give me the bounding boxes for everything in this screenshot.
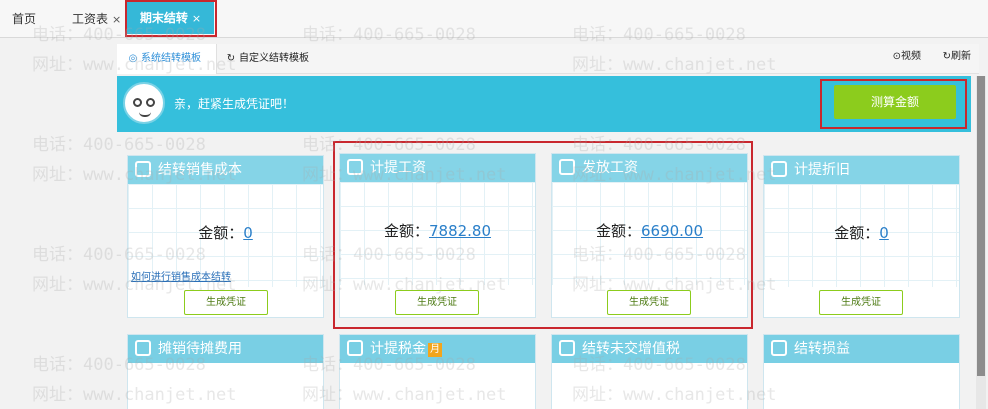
card-body: 金额：0 如何进行销售成本结转 (128, 184, 323, 287)
card-amortize-prepaid: 摊销待摊费用 (127, 334, 324, 409)
help-link[interactable]: 如何进行销售成本结转 (131, 268, 231, 283)
card-header: 摊销待摊费用 (128, 335, 323, 363)
coin-icon (135, 340, 151, 356)
amount-label: 金额： (834, 224, 880, 242)
close-icon[interactable]: × (192, 12, 201, 25)
card-title: 摊销待摊费用 (158, 341, 242, 357)
refresh-label: 刷新 (951, 51, 971, 62)
vertical-scrollbar[interactable] (976, 76, 986, 409)
card-body: 金额：6690.00 (552, 182, 747, 285)
calendar-icon (559, 159, 575, 175)
card-header: 计提工资 (340, 154, 535, 182)
amount-value[interactable]: 7882.80 (429, 222, 491, 240)
card-title: 结转未交增值税 (582, 341, 680, 357)
prompt-banner: 亲，赶紧生成凭证吧！ 测算金额 (117, 76, 971, 132)
tab-system-template[interactable]: ◎ 系统结转模板 (117, 44, 217, 74)
play-icon: ⊙ (892, 51, 901, 62)
amount-label: 金额： (383, 222, 429, 240)
generate-voucher-button[interactable]: 生成凭证 (395, 290, 479, 315)
tab-bar: 首页 工资表 × 期末结转 × (0, 0, 988, 38)
card-sales-cost-carryover: 结转销售成本 金额：0 如何进行销售成本结转 生成凭证 (127, 155, 324, 318)
card-header: 结转销售成本 (128, 156, 323, 184)
card-title: 结转损益 (794, 341, 850, 357)
amount-value[interactable]: 6690.00 (641, 222, 703, 240)
card-title: 计提工资 (370, 160, 426, 176)
amount-row: 金额：6690.00 (552, 220, 747, 241)
watermark-phone: 电话：400-665-0028 (572, 135, 746, 155)
banner-message: 亲，赶紧生成凭证吧！ (174, 97, 295, 111)
tab-home[interactable]: 首页 (12, 0, 36, 38)
amount-row: 金额：0 (764, 222, 959, 243)
card-vat-carryover: 结转未交增值税 (551, 334, 748, 409)
tab-payroll-label: 工资表 (72, 12, 109, 26)
amount-value[interactable]: 0 (879, 224, 889, 242)
tab-payroll[interactable]: 工资表 × (72, 0, 121, 38)
card-header: 计提折旧 (764, 156, 959, 184)
video-label: 视频 (901, 51, 921, 62)
tab-system-template-label: 系统结转模板 (141, 53, 201, 64)
card-accrue-salary: 计提工资 金额：7882.80 生成凭证 (339, 153, 536, 318)
video-button[interactable]: ⊙视频 (893, 44, 921, 74)
template-toolbar: ◎ 系统结转模板 ↻ 自定义结转模板 ⊙视频 ↻刷新 (117, 44, 979, 74)
card-header: 计提税金月 (340, 335, 535, 363)
custom-template-icon: ↻ (226, 53, 236, 64)
card-header: 结转未交增值税 (552, 335, 747, 363)
yen-icon (559, 340, 575, 356)
document-icon (771, 161, 787, 177)
generate-voucher-button[interactable]: 生成凭证 (819, 290, 903, 315)
scrollbar-thumb[interactable] (977, 76, 985, 376)
card-header: 发放工资 (552, 154, 747, 182)
card-title: 计提税金 (370, 341, 426, 357)
card-accrue-depreciation: 计提折旧 金额：0 生成凭证 (763, 155, 960, 318)
template-icon: ◎ (128, 53, 138, 64)
refresh-icon: ↻ (942, 51, 951, 62)
tab-custom-template-label: 自定义结转模板 (239, 53, 309, 64)
amount-label: 金额： (198, 224, 244, 242)
month-badge: 月 (428, 343, 442, 357)
tab-period-end-label: 期末结转 (139, 11, 188, 25)
card-body: 金额：0 (764, 184, 959, 287)
calculate-amount-button[interactable]: 测算金额 (834, 85, 956, 119)
amount-value[interactable]: 0 (243, 224, 253, 242)
watermark-phone: 电话：400-665-0028 (32, 135, 206, 155)
app-window: 首页 工资表 × 期末结转 × ◎ 系统结转模板 ↻ 自定义结转模板 ⊙视频 ↻刷新 亲… (0, 0, 988, 409)
card-title: 计提折旧 (794, 162, 850, 178)
tab-home-label: 首页 (12, 12, 37, 26)
mascot-avatar-icon (123, 82, 165, 124)
card-title: 结转销售成本 (158, 162, 242, 178)
card-title: 发放工资 (582, 160, 638, 176)
card-profit-loss-carryover: 结转损益 (763, 334, 960, 409)
amount-row: 金额：7882.80 (340, 220, 535, 241)
chart-icon (135, 161, 151, 177)
card-body: 金额：7882.80 (340, 182, 535, 285)
watermark-phone: 电话：400-665-0028 (302, 135, 476, 155)
generate-voucher-button[interactable]: 生成凭证 (607, 290, 691, 315)
amount-row: 金额：0 (128, 222, 323, 243)
calendar-icon (347, 159, 363, 175)
tax-icon (347, 340, 363, 356)
card-accrue-tax: 计提税金月 (339, 334, 536, 409)
generate-voucher-button[interactable]: 生成凭证 (184, 290, 268, 315)
amount-label: 金额： (595, 222, 641, 240)
refresh-button[interactable]: ↻刷新 (943, 44, 971, 74)
tab-custom-template[interactable]: ↻ 自定义结转模板 (225, 44, 309, 74)
database-icon (771, 340, 787, 356)
card-pay-salary: 发放工资 金额：6690.00 生成凭证 (551, 153, 748, 318)
tab-period-end-carryover[interactable]: 期末结转 × (127, 2, 214, 34)
card-header: 结转损益 (764, 335, 959, 363)
close-icon[interactable]: × (112, 13, 121, 26)
